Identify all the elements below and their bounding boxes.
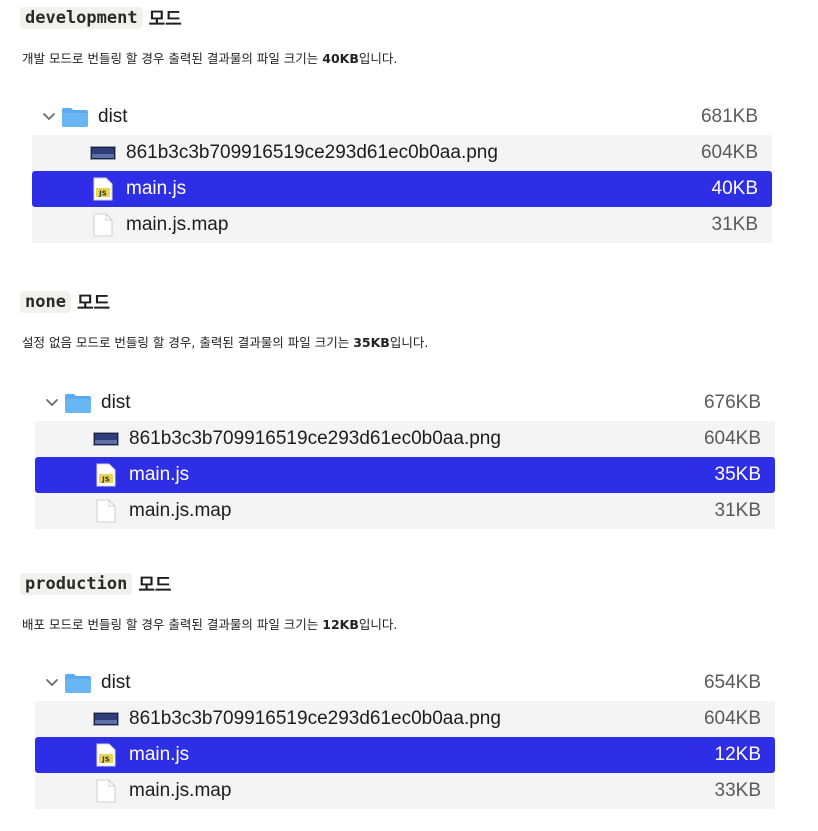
chevron-down-icon[interactable] — [41, 678, 63, 688]
file-name: main.js — [126, 178, 187, 199]
file-row[interactable]: 861b3c3b709916519ce293d61ec0b0aa.png 604… — [35, 701, 775, 737]
description-size: 35KB — [353, 335, 390, 350]
file-size: 604KB — [703, 708, 761, 729]
file-row[interactable]: 861b3c3b709916519ce293d61ec0b0aa.png 604… — [35, 421, 775, 457]
mode-code: development — [20, 7, 143, 29]
file-name: main.js.map — [126, 214, 229, 235]
mode-code: none — [20, 291, 71, 313]
description-suffix: 입니다. — [358, 617, 398, 632]
folder-size: 681KB — [700, 106, 758, 127]
js-badge: JS — [101, 756, 110, 764]
file-size: 604KB — [703, 428, 761, 449]
section-heading: none 모드 — [20, 288, 110, 316]
js-file-icon: JS — [91, 463, 121, 487]
folder-name: dist — [101, 672, 131, 693]
js-file-icon: JS — [88, 177, 118, 201]
section-heading: development 모드 — [20, 4, 182, 32]
document-file-icon — [91, 499, 121, 523]
file-name: main.js — [129, 464, 190, 485]
heading-word: 모드 — [138, 575, 172, 596]
heading-word: 모드 — [76, 293, 111, 314]
folder-row[interactable]: dist 681KB — [32, 99, 772, 135]
file-size: 40KB — [711, 178, 758, 199]
description-text: 설정 없음 모드로 번들링 할 경우, 출력된 결과물의 파일 크기는 — [22, 335, 354, 350]
description: 설정 없음 모드로 번들링 할 경우, 출력된 결과물의 파일 크기는 35KB… — [22, 332, 428, 351]
js-badge: JS — [101, 476, 110, 484]
description: 개발 모드로 번들링 할 경우 출력된 결과물의 파일 크기는 40KB입니다. — [22, 48, 397, 67]
description-size: 40KB — [322, 51, 359, 66]
chevron-down-icon[interactable] — [41, 398, 63, 408]
folder-icon — [63, 671, 93, 695]
file-tree: dist 654KB 861b3c3b709916519ce293d61ec0b… — [35, 665, 775, 809]
file-row-selected[interactable]: JS main.js 40KB — [32, 171, 772, 207]
file-row-selected[interactable]: JS main.js 35KB — [35, 457, 775, 493]
file-row[interactable]: main.js.map 31KB — [35, 493, 775, 529]
folder-size: 676KB — [703, 392, 761, 413]
file-size: 12KB — [714, 744, 761, 765]
folder-icon — [60, 105, 90, 129]
file-name: 861b3c3b709916519ce293d61ec0b0aa.png — [129, 428, 501, 449]
file-name: 861b3c3b709916519ce293d61ec0b0aa.png — [126, 142, 498, 163]
folder-icon — [63, 391, 93, 415]
document-file-icon — [91, 779, 121, 803]
section-production: production 모드 배포 모드로 번들링 할 경우 출력된 결과물의 파… — [0, 566, 818, 831]
section-heading: production 모드 — [20, 570, 171, 598]
file-row[interactable]: 861b3c3b709916519ce293d61ec0b0aa.png 604… — [32, 135, 772, 171]
description-suffix: 입니다. — [358, 51, 398, 66]
file-size: 33KB — [714, 780, 761, 801]
image-file-icon — [91, 707, 121, 731]
folder-row[interactable]: dist 676KB — [35, 385, 775, 421]
section-none: none 모드 설정 없음 모드로 번들링 할 경우, 출력된 결과물의 파일 … — [0, 284, 818, 534]
file-name: main.js — [129, 744, 190, 765]
document-file-icon — [88, 213, 118, 237]
description-text: 배포 모드로 번들링 할 경우 출력된 결과물의 파일 크기는 — [22, 617, 323, 632]
description: 배포 모드로 번들링 할 경우 출력된 결과물의 파일 크기는 12KB입니다. — [22, 614, 397, 633]
file-size: 35KB — [714, 464, 761, 485]
file-row[interactable]: main.js.map 31KB — [32, 207, 772, 243]
description-size: 12KB — [322, 617, 359, 632]
section-development: development 모드 개발 모드로 번들링 할 경우 출력된 결과물의 … — [0, 0, 818, 250]
image-file-icon — [88, 141, 118, 165]
file-row[interactable]: main.js.map 33KB — [35, 773, 775, 809]
folder-name: dist — [101, 392, 131, 413]
folder-name: dist — [98, 106, 128, 127]
mode-code: production — [20, 573, 133, 595]
file-name: main.js.map — [129, 500, 232, 521]
file-name: 861b3c3b709916519ce293d61ec0b0aa.png — [129, 708, 501, 729]
file-size: 604KB — [700, 142, 758, 163]
js-badge: JS — [98, 190, 107, 198]
file-size: 31KB — [711, 214, 758, 235]
js-file-icon: JS — [91, 743, 121, 767]
file-tree: dist 676KB 861b3c3b709916519ce293d61ec0b… — [35, 385, 775, 529]
folder-size: 654KB — [703, 672, 761, 693]
image-file-icon — [91, 427, 121, 451]
description-text: 개발 모드로 번들링 할 경우 출력된 결과물의 파일 크기는 — [22, 51, 323, 66]
chevron-down-icon[interactable] — [38, 112, 60, 122]
file-tree: dist 681KB 861b3c3b709916519ce293d61ec0b… — [32, 99, 772, 243]
description-suffix: 입니다. — [389, 335, 429, 350]
file-size: 31KB — [714, 500, 761, 521]
file-row-selected[interactable]: JS main.js 12KB — [35, 737, 775, 773]
folder-row[interactable]: dist 654KB — [35, 665, 775, 701]
heading-word: 모드 — [148, 9, 182, 30]
file-name: main.js.map — [129, 780, 232, 801]
